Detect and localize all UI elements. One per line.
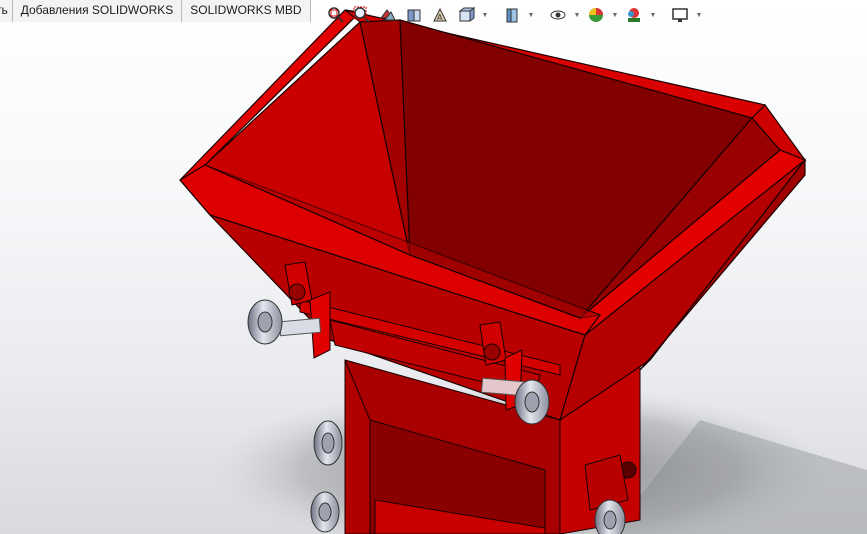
hide-show-dropdown-icon[interactable]: ▼ bbox=[572, 12, 582, 19]
hopper-3d-model[interactable] bbox=[0, 0, 867, 534]
wheel-lower-left-2 bbox=[310, 491, 340, 533]
display-style-dropdown-icon[interactable]: ▼ bbox=[526, 12, 536, 19]
edit-appearance-icon[interactable] bbox=[584, 4, 608, 26]
command-manager-tabs: ть Добавления SOLIDWORKS SOLIDWORKS MBD bbox=[0, 0, 311, 22]
tab-solidworks-addins[interactable]: Добавления SOLIDWORKS bbox=[12, 0, 183, 22]
wheel-lower-left bbox=[313, 420, 343, 466]
view-settings-dropdown-icon[interactable]: ▼ bbox=[694, 12, 704, 19]
wheel-upper-right bbox=[514, 379, 550, 425]
hide-show-items-icon[interactable] bbox=[546, 4, 570, 26]
view-orientation-dropdown-icon[interactable]: ▼ bbox=[480, 12, 490, 19]
view-settings-icon[interactable] bbox=[668, 4, 692, 26]
dynamic-annotation-icon[interactable]: A bbox=[428, 4, 452, 26]
section-view-icon[interactable] bbox=[402, 4, 426, 26]
tab-truncated[interactable]: ть bbox=[0, 0, 13, 22]
wheel-lower-right bbox=[594, 499, 626, 534]
graphics-area[interactable]: ть Добавления SOLIDWORKS SOLIDWORKS MBD … bbox=[0, 0, 867, 534]
view-orientation-icon[interactable] bbox=[454, 4, 478, 26]
wheel-upper-left bbox=[247, 299, 283, 345]
previous-view-icon[interactable] bbox=[376, 4, 400, 26]
zoom-to-area-icon[interactable] bbox=[350, 4, 374, 26]
apply-scene-dropdown-icon[interactable]: ▼ bbox=[648, 12, 658, 19]
svg-text:A: A bbox=[437, 13, 443, 22]
apply-scene-icon[interactable] bbox=[622, 4, 646, 26]
zoom-to-fit-icon[interactable] bbox=[324, 4, 348, 26]
tab-solidworks-mbd[interactable]: SOLIDWORKS MBD bbox=[182, 0, 311, 22]
edit-appearance-dropdown-icon[interactable]: ▼ bbox=[610, 12, 620, 19]
heads-up-view-toolbar: A ▼ ▼ ▼ ▼ ▼ ▼ bbox=[324, 3, 704, 27]
display-style-icon[interactable] bbox=[500, 4, 524, 26]
